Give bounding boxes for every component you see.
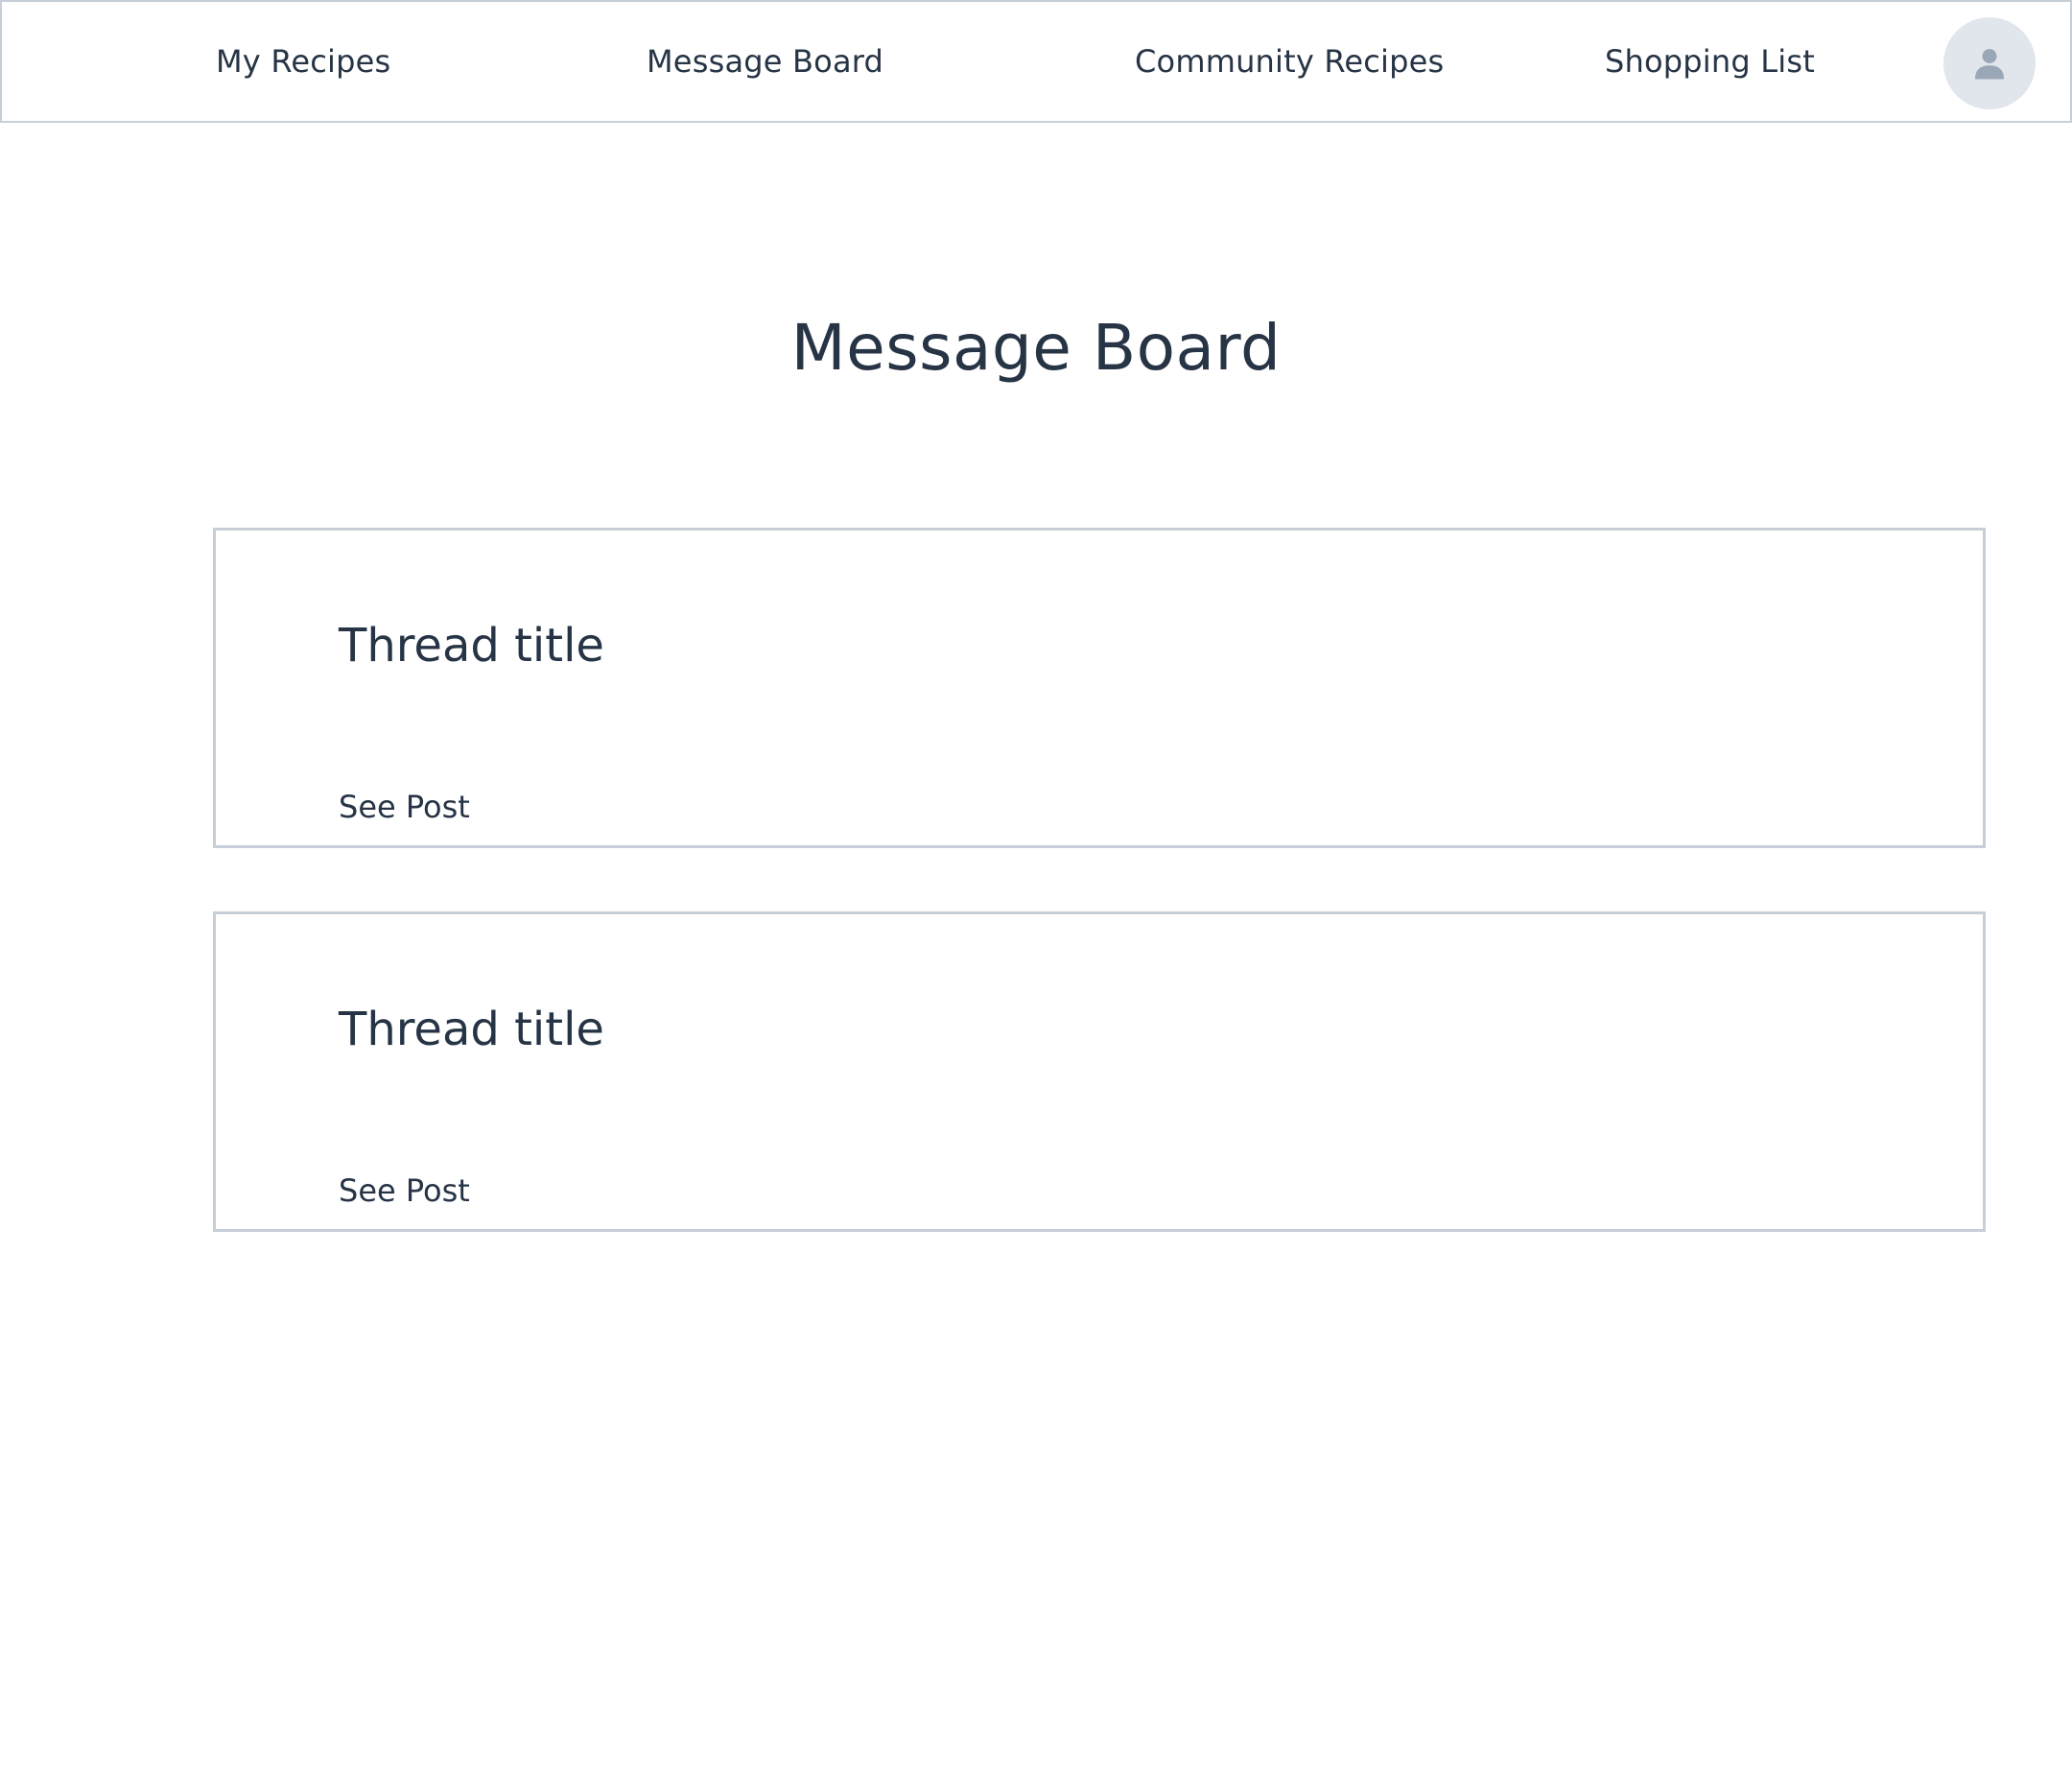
nav-community-recipes[interactable]: Community Recipes xyxy=(1135,2,1444,121)
thread-card: Thread title See Post xyxy=(213,528,1986,848)
see-post-link[interactable]: See Post xyxy=(339,786,470,828)
thread-title: Thread title xyxy=(339,1003,604,1056)
user-icon xyxy=(1975,49,2004,80)
nav-my-recipes[interactable]: My Recipes xyxy=(216,2,390,121)
top-navbar: My Recipes Message Board Community Recip… xyxy=(0,0,2072,123)
thread-card: Thread title See Post xyxy=(213,911,1986,1232)
nav-shopping-list[interactable]: Shopping List xyxy=(1605,2,1815,121)
thread-title: Thread title xyxy=(339,619,604,673)
page-title: Message Board xyxy=(790,311,1282,385)
see-post-link[interactable]: See Post xyxy=(339,1170,470,1212)
avatar-button[interactable] xyxy=(1943,17,2036,109)
nav-message-board[interactable]: Message Board xyxy=(647,2,883,121)
